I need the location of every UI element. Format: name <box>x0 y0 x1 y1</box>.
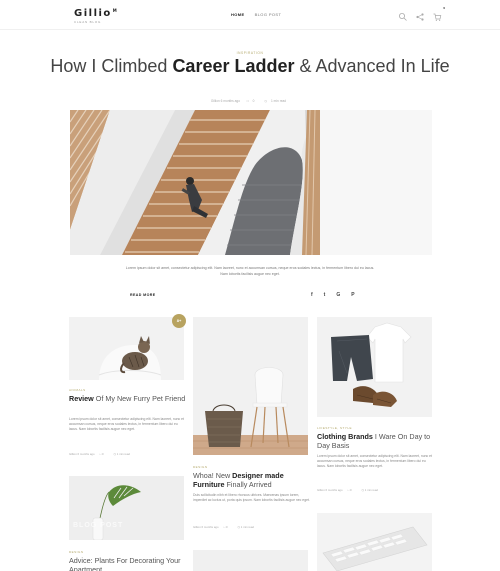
hero-excerpt: Lorem ipsum dolor sit amet, consectetur … <box>125 266 375 276</box>
hero-image[interactable] <box>70 110 432 255</box>
hero-date: Gillion 6 months ago <box>210 99 240 103</box>
clock-icon: ◷ 1 min read <box>361 488 378 492</box>
card-meta: Gillion 6 months ago □ 0 ◷ 1 min read <box>193 525 264 529</box>
site-header: GillioM CLEAN BLOG HOME BLOG POST 0 <box>0 0 500 30</box>
main-nav: HOME BLOG POST <box>231 12 281 17</box>
card-image-overlay: BLOG POST <box>73 522 124 529</box>
card-meta: Gillion 6 months ago □ 0 ◷ 1 min read <box>317 488 388 492</box>
card-category[interactable]: DESIGN <box>69 550 84 554</box>
search-icon[interactable] <box>398 9 408 21</box>
card-image-clothing[interactable] <box>317 317 432 417</box>
card-excerpt: Lorem ipsum dolor sit amet, consectetur … <box>317 454 432 469</box>
card-category[interactable]: DESIGN <box>193 465 208 469</box>
clock-icon: ◷ 1 min read <box>237 525 254 529</box>
hero-meta: Gillion 6 months ago □ 0 ◷ 1 min read <box>0 99 500 103</box>
site-logo[interactable]: GillioM <box>74 8 118 19</box>
card-image-plant[interactable]: BLOG POST <box>69 476 184 540</box>
facebook-icon[interactable]: f <box>311 292 313 298</box>
google-plus-icon[interactable]: G <box>336 292 340 298</box>
card-meta: Gillion 6 months ago □ 0 ◷ 1 min read <box>69 452 140 456</box>
comment-icon[interactable]: □ 0 <box>224 525 233 529</box>
hero-category[interactable]: INSPIRATION <box>0 51 500 55</box>
hero-title[interactable]: How I Climbed Career Ladder & Advanced I… <box>0 56 500 76</box>
card-category[interactable]: ANIMALS <box>69 388 86 392</box>
card-title[interactable]: Clothing Brands I Ware On Day to Day Bas… <box>317 432 435 450</box>
card-image-next[interactable] <box>193 550 308 571</box>
twitter-icon[interactable]: t <box>324 292 326 298</box>
nav-item-home[interactable]: HOME <box>231 12 245 17</box>
clock-icon: ◷ 1 min read <box>264 99 287 103</box>
header-icons: 0 <box>398 6 445 21</box>
card-excerpt: Lorem ipsum dolor sit amet, consectetur … <box>69 417 184 432</box>
comment-icon[interactable]: □ 0 <box>100 452 109 456</box>
card-title[interactable]: Whoa! New Designer made Furniture Finall… <box>193 471 311 489</box>
card-image-keyboard[interactable] <box>317 513 432 571</box>
card-title[interactable]: Review Of My New Furry Pet Friend <box>69 394 187 403</box>
card-excerpt: Duis sollicitudin nibh et libero rhoncus… <box>193 493 310 503</box>
card-image-cat[interactable] <box>69 317 184 380</box>
trending-badge[interactable]: 8+ <box>172 314 186 328</box>
nav-item-blog-post[interactable]: BLOG POST <box>255 12 282 17</box>
card-title[interactable]: Advice: Plants For Decorating Your Apart… <box>69 556 187 571</box>
pinterest-icon[interactable]: P <box>351 292 354 298</box>
comment-icon[interactable]: □ 0 <box>247 99 258 103</box>
read-more-link[interactable]: READ MORE <box>130 293 156 297</box>
cart-icon[interactable]: 0 <box>432 6 445 21</box>
share-links: f t G P <box>311 292 355 298</box>
share-icon[interactable] <box>415 9 425 21</box>
logo-subtitle: CLEAN BLOG <box>74 20 102 24</box>
comment-icon[interactable]: □ 0 <box>348 488 357 492</box>
cart-count: 0 <box>443 6 445 10</box>
clock-icon: ◷ 1 min read <box>113 452 130 456</box>
card-image-chair[interactable] <box>193 317 308 455</box>
card-category[interactable]: LIFESTYLE, STYLE <box>317 426 352 430</box>
